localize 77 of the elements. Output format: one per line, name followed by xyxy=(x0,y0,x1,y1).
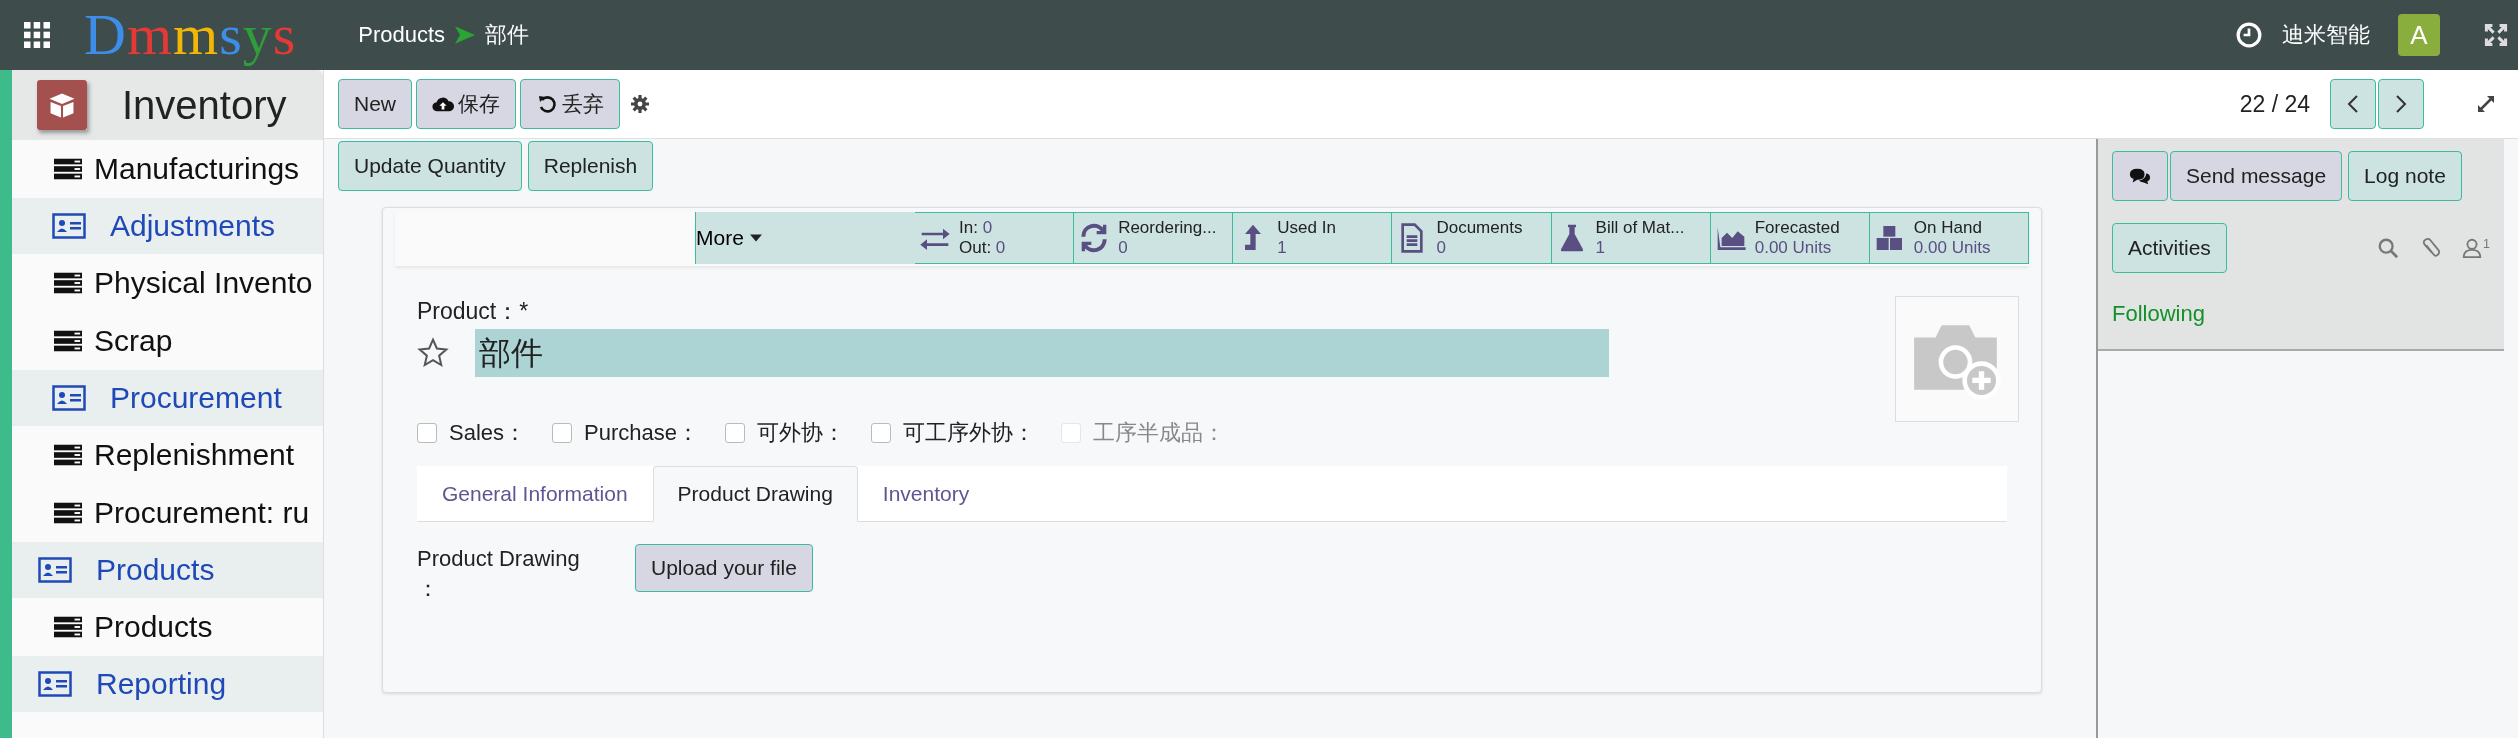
person-icon xyxy=(2461,237,2484,259)
server-icon xyxy=(54,330,82,352)
stat-button[interactable]: Forecasted 0.00 Units xyxy=(1710,212,1870,264)
chevron-right-icon xyxy=(2395,94,2407,114)
menu-item[interactable]: Physical Invento xyxy=(12,254,323,312)
log-note-button[interactable]: Log note xyxy=(2348,151,2462,201)
menu-item[interactable]: Procurement xyxy=(12,370,323,426)
chat-bubbles-icon xyxy=(2129,166,2151,186)
server-icon xyxy=(54,272,82,294)
toolbar-button[interactable]: 保存 xyxy=(416,79,516,129)
field-label: Product Drawing ： xyxy=(417,545,581,603)
pager-value: 22 / 24 xyxy=(2239,90,2310,118)
clock-icon[interactable] xyxy=(2236,22,2262,48)
id-card-icon xyxy=(52,385,86,411)
checkbox-label: 可外协： xyxy=(757,419,845,447)
send-message-button[interactable]: Send message xyxy=(2170,151,2343,201)
stat-button[interactable]: On Hand 0.00 Units xyxy=(1869,212,2029,264)
logo[interactable]: Dmmsys xyxy=(84,2,297,68)
followers-button[interactable]: 1 xyxy=(2461,237,2490,259)
tab[interactable]: General Information xyxy=(417,466,653,522)
tab[interactable]: Inventory xyxy=(857,466,995,522)
arrow-icon xyxy=(455,26,476,44)
server-icon xyxy=(54,616,82,638)
stat-button[interactable]: In: 0 Out: 0 xyxy=(915,212,1075,264)
toolbar-button[interactable]: 丢弃 xyxy=(520,79,620,129)
tab[interactable]: Product Drawing xyxy=(652,466,858,522)
caret-icon xyxy=(749,234,762,242)
app-grid-icon[interactable] xyxy=(24,22,50,48)
company-name[interactable]: 迪米智能 xyxy=(2282,20,2370,50)
id-card-icon xyxy=(38,557,72,583)
next-button[interactable] xyxy=(2378,79,2424,129)
menu-item[interactable]: Procurement: ru xyxy=(12,484,323,542)
id-card-icon xyxy=(38,671,72,697)
expand-icon[interactable] xyxy=(2476,94,2496,114)
action-button[interactable]: Update Quantity xyxy=(338,141,522,191)
server-icon xyxy=(54,444,82,466)
more-dropdown[interactable]: More xyxy=(695,212,915,264)
breadcrumb-link[interactable]: Products xyxy=(358,22,446,48)
checkbox[interactable] xyxy=(725,423,745,443)
search-icon[interactable] xyxy=(2377,237,2400,259)
fullscreen-icon[interactable] xyxy=(2484,23,2508,47)
menu-item[interactable]: Reporting xyxy=(12,656,323,712)
stat-button[interactable]: Documents 0 xyxy=(1392,212,1552,264)
checkbox[interactable] xyxy=(417,423,437,443)
checkbox-label: Purchase： xyxy=(584,419,699,447)
id-card-icon xyxy=(52,213,86,239)
menu-item[interactable]: Products xyxy=(12,542,323,598)
checkbox-label: Sales： xyxy=(449,419,527,447)
server-icon xyxy=(54,158,82,180)
action-button[interactable]: Replenish xyxy=(527,141,654,191)
previous-button[interactable] xyxy=(2330,79,2376,129)
stat-button[interactable]: Used In 1 xyxy=(1233,212,1393,264)
checkbox-label: 可工序外协： xyxy=(903,419,1035,447)
checkbox-label: 工序半成品： xyxy=(1093,419,1225,447)
menu-item[interactable]: Adjustments xyxy=(12,198,323,254)
menu-item[interactable]: Replenishment xyxy=(12,426,323,484)
star-icon[interactable] xyxy=(417,337,449,369)
chevron-left-icon xyxy=(2347,94,2359,114)
breadcrumb-current: 部件 xyxy=(485,21,530,49)
activities-button[interactable]: Activities xyxy=(2112,223,2227,273)
toolbar-button[interactable]: New xyxy=(338,79,412,129)
checkbox[interactable] xyxy=(871,423,891,443)
stat-button[interactable]: Reordering... 0 xyxy=(1074,212,1234,264)
field-label: Product：* xyxy=(417,298,529,324)
upload-button[interactable]: Upload your file xyxy=(635,544,813,592)
server-icon xyxy=(54,502,82,524)
menu-item[interactable]: Scrap xyxy=(12,312,323,370)
checkbox[interactable] xyxy=(552,423,573,443)
stat-button[interactable]: Bill of Mat... 1 xyxy=(1551,212,1711,264)
app-title: Inventory xyxy=(122,82,287,128)
undo-icon xyxy=(536,94,558,114)
menu-item[interactable]: Products xyxy=(12,598,323,656)
settings-icon[interactable] xyxy=(630,94,650,114)
box-icon xyxy=(37,80,87,130)
product-name-field[interactable]: 部件 xyxy=(475,329,1609,377)
chat-button[interactable] xyxy=(2112,151,2168,201)
menu-item[interactable]: Manufacturings xyxy=(12,140,323,198)
